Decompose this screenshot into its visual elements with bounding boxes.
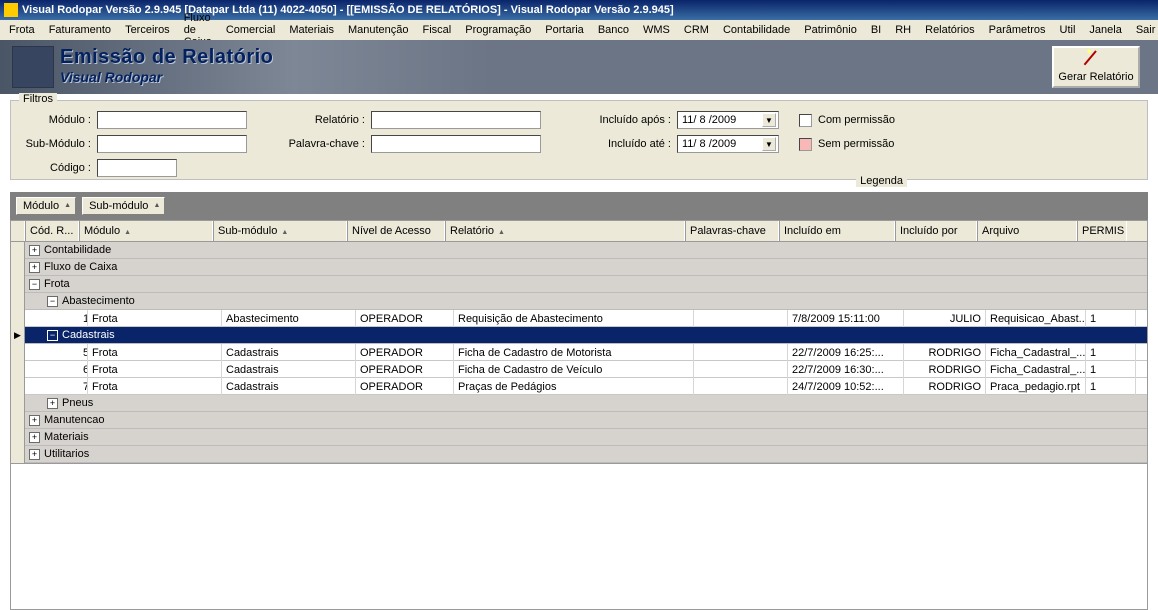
grid-body: +Contabilidade +Fluxo de Caixa −Frota −A…	[11, 242, 1147, 463]
menu-bi[interactable]: BI	[864, 22, 888, 38]
menu-portaria[interactable]: Portaria	[538, 22, 591, 38]
app-icon	[4, 3, 18, 17]
incluido-apos-label: Incluído após :	[583, 114, 671, 126]
gerar-relatorio-label: Gerar Relatório	[1058, 71, 1133, 83]
palavra-label: Palavra-chave :	[277, 138, 365, 150]
col-permis[interactable]: PERMIS	[1077, 221, 1127, 241]
submodulo-label: Sub-Módulo :	[19, 138, 91, 150]
com-permissao-checkbox[interactable]	[799, 114, 812, 127]
legenda-title: Legenda	[856, 175, 907, 187]
incluido-apos-input[interactable]: 11/ 8 /2009 ▼	[677, 111, 779, 129]
submodulo-input[interactable]	[97, 135, 247, 153]
window-titlebar: Visual Rodopar Versão 2.9.945 [Datapar L…	[0, 0, 1158, 20]
menu-terceiros[interactable]: Terceiros	[118, 22, 177, 38]
chevron-down-icon[interactable]: ▼	[762, 137, 776, 151]
menu-fiscal[interactable]: Fiscal	[416, 22, 459, 38]
table-row[interactable]: 7 Frota Cadastrais OPERADOR Praças de Pe…	[11, 378, 1147, 395]
codigo-label: Código :	[19, 162, 91, 174]
filtros-groupbox: Filtros Módulo : Relatório : Incluído ap…	[10, 100, 1148, 180]
window-title: Visual Rodopar Versão 2.9.945 [Datapar L…	[22, 4, 674, 16]
menu-materiais[interactable]: Materiais	[282, 22, 341, 38]
palavra-input[interactable]	[371, 135, 541, 153]
menu-banco[interactable]: Banco	[591, 22, 636, 38]
col-modulo[interactable]: Módulo	[79, 221, 213, 241]
table-row[interactable]: 6 Frota Cadastrais OPERADOR Ficha de Cad…	[11, 361, 1147, 378]
grid-header: Cód. R... Módulo Sub-módulo Nível de Ace…	[11, 221, 1147, 242]
col-palavras[interactable]: Palavras-chave	[685, 221, 779, 241]
group-materiais[interactable]: +Materiais	[11, 429, 1147, 446]
group-pill-modulo[interactable]: Módulo	[16, 197, 76, 215]
menu-util[interactable]: Util	[1053, 22, 1083, 38]
menu-contabilidade[interactable]: Contabilidade	[716, 22, 797, 38]
col-nivel[interactable]: Nível de Acesso	[347, 221, 445, 241]
sem-permissao-checkbox[interactable]	[799, 138, 812, 151]
sem-permissao-label: Sem permissão	[818, 138, 894, 150]
report-grid: Cód. R... Módulo Sub-módulo Nível de Ace…	[10, 220, 1148, 464]
menu-manutencao[interactable]: Manutenção	[341, 22, 416, 38]
group-cadastrais[interactable]: ▶ −Cadastrais	[11, 327, 1147, 344]
collapse-icon[interactable]: −	[47, 330, 58, 341]
col-arquivo[interactable]: Arquivo	[977, 221, 1077, 241]
incluido-ate-label: Incluído até :	[583, 138, 671, 150]
col-codigo[interactable]: Cód. R...	[25, 221, 79, 241]
menu-relatorios[interactable]: Relatórios	[918, 22, 982, 38]
row-indicator-icon: ▶	[11, 327, 25, 344]
group-pneus[interactable]: +Pneus	[11, 395, 1147, 412]
menu-wms[interactable]: WMS	[636, 22, 677, 38]
menu-rh[interactable]: RH	[888, 22, 918, 38]
table-row[interactable]: 11 Frota Abastecimento OPERADOR Requisiç…	[11, 310, 1147, 327]
page-subtitle: Visual Rodopar	[60, 69, 273, 85]
col-incluido-em[interactable]: Incluído em	[779, 221, 895, 241]
modulo-label: Módulo :	[19, 114, 91, 126]
expand-icon[interactable]: +	[29, 432, 40, 443]
group-utilitarios[interactable]: +Utilitarios	[11, 446, 1147, 463]
menu-crm[interactable]: CRM	[677, 22, 716, 38]
relatorio-input[interactable]	[371, 111, 541, 129]
grid-header-gutter	[11, 221, 25, 241]
collapse-icon[interactable]: −	[47, 296, 58, 307]
group-fluxo-caixa[interactable]: +Fluxo de Caixa	[11, 259, 1147, 276]
codigo-input[interactable]	[97, 159, 177, 177]
expand-icon[interactable]: +	[29, 262, 40, 273]
menu-janela[interactable]: Janela	[1082, 22, 1128, 38]
expand-icon[interactable]: +	[29, 245, 40, 256]
expand-icon[interactable]: +	[29, 449, 40, 460]
wand-icon	[1087, 51, 1105, 69]
group-pill-submodulo[interactable]: Sub-módulo	[82, 197, 165, 215]
expand-icon[interactable]: +	[29, 415, 40, 426]
modulo-input[interactable]	[97, 111, 247, 129]
menu-faturamento[interactable]: Faturamento	[42, 22, 118, 38]
menu-sair[interactable]: Sair	[1129, 22, 1158, 38]
expand-icon[interactable]: +	[47, 398, 58, 409]
chevron-down-icon[interactable]: ▼	[762, 113, 776, 127]
menu-programacao[interactable]: Programação	[458, 22, 538, 38]
grid-group-strip: Módulo Sub-módulo	[10, 192, 1148, 220]
col-submodulo[interactable]: Sub-módulo	[213, 221, 347, 241]
banner: Emissão de Relatório Visual Rodopar Gera…	[0, 40, 1158, 94]
filtros-title: Filtros	[19, 93, 57, 105]
relatorio-label: Relatório :	[277, 114, 365, 126]
group-frota[interactable]: −Frota	[11, 276, 1147, 293]
group-contabilidade[interactable]: +Contabilidade	[11, 242, 1147, 259]
group-manutencao[interactable]: +Manutencao	[11, 412, 1147, 429]
grid-blank-area	[10, 464, 1148, 610]
collapse-icon[interactable]: −	[29, 279, 40, 290]
menu-comercial[interactable]: Comercial	[219, 22, 283, 38]
group-abastecimento[interactable]: −Abastecimento	[11, 293, 1147, 310]
page-title: Emissão de Relatório	[60, 46, 273, 69]
main-menu: Frota Faturamento Terceiros Fluxo de Cai…	[0, 20, 1158, 40]
menu-patrimonio[interactable]: Patrimônio	[797, 22, 864, 38]
col-relatorio[interactable]: Relatório	[445, 221, 685, 241]
gerar-relatorio-button[interactable]: Gerar Relatório	[1052, 46, 1140, 88]
menu-parametros[interactable]: Parâmetros	[982, 22, 1053, 38]
table-row[interactable]: 5 Frota Cadastrais OPERADOR Ficha de Cad…	[11, 344, 1147, 361]
menu-frota[interactable]: Frota	[2, 22, 42, 38]
incluido-ate-input[interactable]: 11/ 8 /2009 ▼	[677, 135, 779, 153]
incluido-ate-value: 11/ 8 /2009	[682, 138, 736, 150]
incluido-apos-value: 11/ 8 /2009	[682, 114, 736, 126]
com-permissao-label: Com permissão	[818, 114, 895, 126]
col-incluido-por[interactable]: Incluído por	[895, 221, 977, 241]
